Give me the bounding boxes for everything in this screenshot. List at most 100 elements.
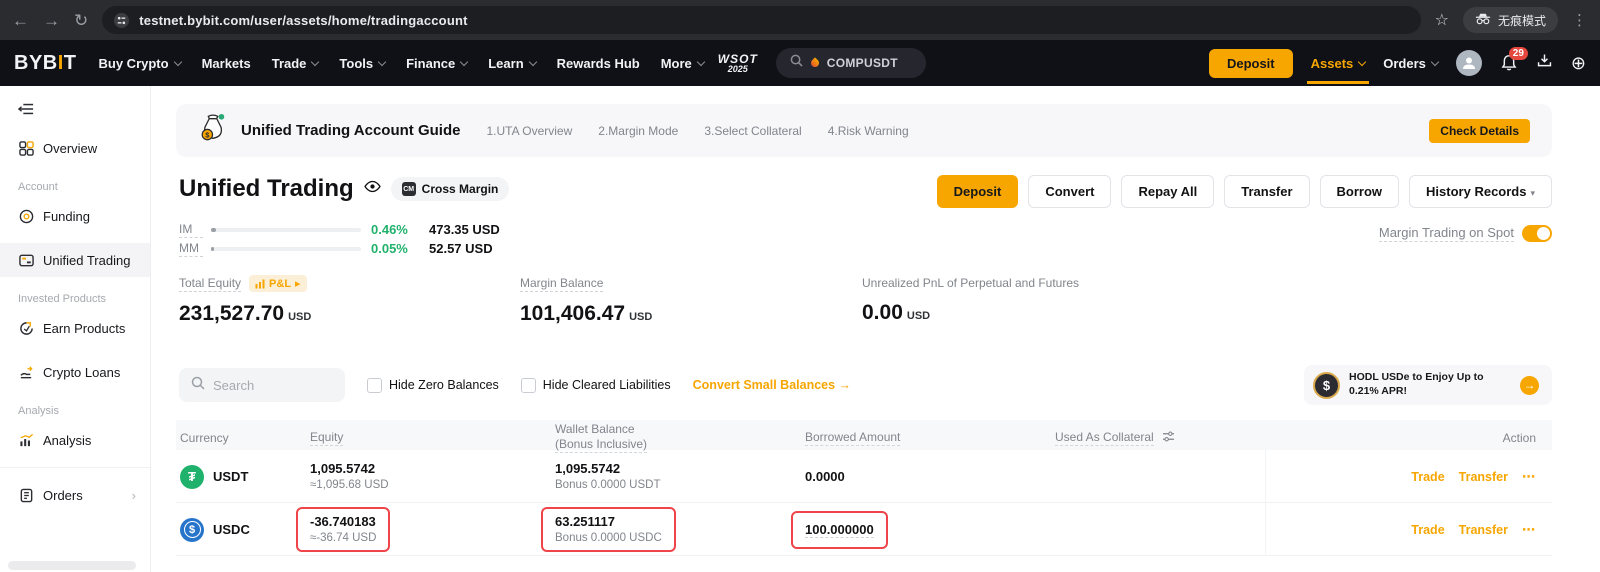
url-text: testnet.bybit.com/user/assets/home/tradi… bbox=[139, 13, 467, 28]
sidebar-item-crypto-loans[interactable]: Crypto Loans bbox=[0, 355, 150, 389]
chevron-down-icon bbox=[1358, 57, 1366, 65]
nav-item-orders[interactable]: Orders bbox=[1383, 56, 1438, 71]
transfer-button[interactable]: Transfer bbox=[1224, 175, 1309, 208]
equity-cell: 1,095.5742 ≈1,095.68 USD bbox=[310, 460, 555, 493]
hide-zero-balances-checkbox[interactable]: Hide Zero Balances bbox=[367, 378, 499, 393]
margin-trading-toggle[interactable] bbox=[1522, 225, 1552, 242]
mm-progress-bar bbox=[211, 247, 361, 251]
nav-item-assets[interactable]: Assets bbox=[1311, 56, 1366, 71]
bybit-logo[interactable]: BYBIT bbox=[14, 52, 77, 75]
wallet-balance-cell: 63.251117 Bonus 0.0000 USDC bbox=[555, 507, 805, 552]
checkbox-icon bbox=[367, 378, 382, 393]
chevron-down-icon bbox=[697, 57, 705, 65]
user-avatar[interactable] bbox=[1456, 50, 1482, 76]
check-details-button[interactable]: Check Details bbox=[1429, 119, 1530, 143]
nav-item-finance[interactable]: Finance bbox=[406, 56, 467, 71]
trade-link[interactable]: Trade bbox=[1411, 523, 1444, 537]
margin-trading-on-spot: Margin Trading on Spot bbox=[1379, 224, 1552, 242]
history-records-button[interactable]: History Records▾ bbox=[1409, 175, 1552, 208]
reload-icon[interactable]: ↻ bbox=[74, 12, 88, 29]
collateral-settings-icon bbox=[1162, 431, 1175, 442]
asset-search-input[interactable] bbox=[213, 378, 323, 393]
wsot-2025-logo[interactable]: WSOT 2025 bbox=[718, 53, 758, 74]
margin-balance-label: Margin Balance bbox=[520, 275, 603, 292]
equity-cell: -36.740183 ≈-36.74 USD bbox=[310, 507, 555, 552]
table-row-usdc: $ USDC -36.740183 ≈-36.74 USD 63.251117 … bbox=[176, 503, 1552, 556]
header-used-as-collateral: Used As Collateral bbox=[1055, 430, 1305, 446]
repay-all-button[interactable]: Repay All bbox=[1121, 175, 1214, 208]
margin-trading-on-spot-label: Margin Trading on Spot bbox=[1379, 224, 1514, 242]
eye-icon[interactable] bbox=[364, 180, 381, 198]
hide-cleared-liabilities-checkbox[interactable]: Hide Cleared Liabilities bbox=[521, 378, 671, 393]
nav-item-learn[interactable]: Learn bbox=[488, 56, 535, 71]
im-usd: 473.35 USD bbox=[429, 222, 500, 237]
language-globe-icon[interactable]: ⊕ bbox=[1571, 53, 1586, 74]
forward-icon[interactable]: → bbox=[43, 12, 60, 29]
search-icon bbox=[191, 376, 205, 395]
total-equity-label: Total Equity bbox=[179, 275, 241, 292]
trade-link[interactable]: Trade bbox=[1411, 470, 1444, 484]
chevron-down-icon bbox=[173, 57, 181, 65]
nav-item-tools[interactable]: Tools bbox=[339, 56, 385, 71]
im-percent: 0.46% bbox=[371, 222, 423, 237]
sidebar-item-overview[interactable]: Overview bbox=[0, 131, 150, 165]
usde-promo-banner[interactable]: $ HODL USDe to Enjoy Up to 0.21% APR! → bbox=[1304, 365, 1552, 405]
crypto-loans-icon bbox=[18, 365, 34, 380]
chevron-down-icon bbox=[1431, 57, 1439, 65]
flame-icon bbox=[809, 57, 820, 68]
nav-search[interactable]: COMPUSDT bbox=[776, 48, 926, 78]
download-icon[interactable] bbox=[1536, 52, 1553, 74]
nav-menu: Buy Crypto Markets Trade Tools Finance L… bbox=[99, 56, 704, 71]
sidebar-item-funding[interactable]: Funding bbox=[0, 199, 150, 233]
convert-button[interactable]: Convert bbox=[1028, 175, 1111, 208]
guide-step-3[interactable]: 3.Select Collateral bbox=[704, 124, 801, 138]
incognito-icon bbox=[1475, 13, 1491, 28]
borrow-button[interactable]: Borrow bbox=[1320, 175, 1400, 208]
top-navigation: BYBIT Buy Crypto Markets Trade Tools Fin… bbox=[0, 40, 1600, 86]
funding-coin-icon bbox=[18, 209, 34, 224]
browser-menu-icon[interactable]: ⋮ bbox=[1572, 11, 1588, 29]
analysis-chart-icon bbox=[18, 433, 34, 448]
transfer-link[interactable]: Transfer bbox=[1459, 470, 1508, 484]
nav-item-buy-crypto[interactable]: Buy Crypto bbox=[99, 56, 181, 71]
notifications-bell-icon[interactable]: 29 bbox=[1500, 54, 1518, 72]
money-bag-icon: $ bbox=[198, 112, 228, 149]
back-icon[interactable]: ← bbox=[12, 12, 29, 29]
mm-row: MM 0.05% 52.57 USD bbox=[179, 239, 500, 258]
sidebar-item-unified-trading[interactable]: Unified Trading bbox=[0, 243, 150, 277]
deposit-button[interactable]: Deposit bbox=[937, 175, 1019, 208]
pl-chart-icon bbox=[255, 279, 265, 289]
convert-small-balances-link[interactable]: Convert Small Balances → bbox=[693, 378, 851, 392]
mm-label: MM bbox=[179, 241, 203, 257]
sidebar-item-analysis[interactable]: Analysis bbox=[0, 423, 150, 457]
nav-deposit-button[interactable]: Deposit bbox=[1209, 49, 1293, 78]
asset-search-box[interactable] bbox=[179, 368, 345, 402]
guide-step-1[interactable]: 1.UTA Overview bbox=[486, 124, 572, 138]
pl-badge[interactable]: P&L ▸ bbox=[249, 275, 307, 292]
cross-margin-badge[interactable]: CM Cross Margin bbox=[391, 177, 510, 201]
total-equity-value: 231,527.70USD bbox=[179, 302, 311, 326]
sidebar-section-analysis: Analysis bbox=[0, 405, 150, 417]
nav-item-more[interactable]: More bbox=[661, 56, 704, 71]
asset-table: Currency Equity Wallet Balance (Bonus In… bbox=[176, 420, 1552, 556]
sidebar-collapse-icon[interactable] bbox=[18, 102, 34, 116]
guide-step-4[interactable]: 4.Risk Warning bbox=[828, 124, 909, 138]
nav-item-rewards-hub[interactable]: Rewards Hub bbox=[557, 56, 640, 71]
arrow-right-icon: → bbox=[839, 378, 852, 392]
bookmark-star-icon[interactable]: ☆ bbox=[1435, 10, 1449, 30]
table-row-usdt: ₮ USDT 1,095.5742 ≈1,095.68 USD 1,095.57… bbox=[176, 450, 1552, 503]
address-bar[interactable]: testnet.bybit.com/user/assets/home/tradi… bbox=[102, 6, 1420, 34]
nav-item-markets[interactable]: Markets bbox=[202, 56, 251, 71]
guide-step-2[interactable]: 2.Margin Mode bbox=[598, 124, 678, 138]
nav-item-trade[interactable]: Trade bbox=[272, 56, 319, 71]
transfer-link[interactable]: Transfer bbox=[1459, 523, 1508, 537]
sidebar-item-orders[interactable]: Orders › bbox=[0, 478, 150, 512]
site-info-icon[interactable] bbox=[114, 13, 129, 28]
header-equity: Equity bbox=[310, 430, 555, 446]
more-actions-icon[interactable]: ⋯ bbox=[1522, 469, 1536, 485]
more-actions-icon[interactable]: ⋯ bbox=[1522, 522, 1536, 538]
promo-arrow-button[interactable]: → bbox=[1520, 376, 1539, 395]
assets-active-indicator bbox=[1307, 81, 1370, 84]
sidebar-scrollbar-thumb[interactable] bbox=[8, 561, 136, 570]
sidebar-item-earn-products[interactable]: Earn Products bbox=[0, 311, 150, 345]
